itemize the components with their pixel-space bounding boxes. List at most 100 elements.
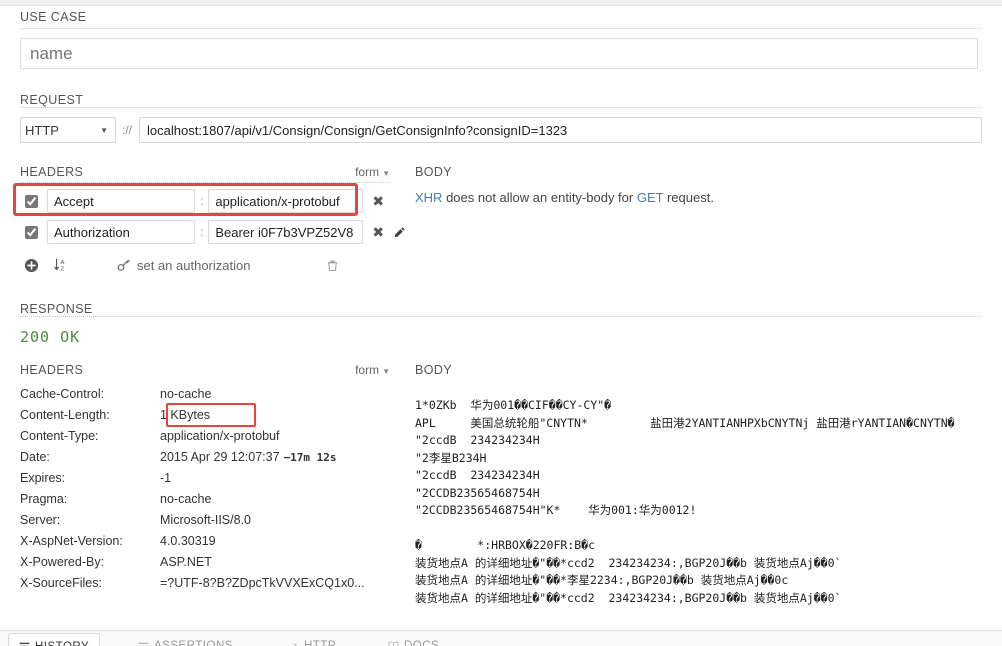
response-header-row: Pragma:no-cache bbox=[20, 489, 390, 510]
response-header-key: Server: bbox=[20, 510, 160, 531]
response-header-key: X-Powered-By: bbox=[20, 552, 160, 573]
response-body-line: 装货地点A 的详细地址�"��*ccd2 234234234:,BGP20J��… bbox=[415, 555, 1002, 573]
response-header-key: Content-Type: bbox=[20, 426, 160, 447]
response-headers-label: HEADERS bbox=[20, 363, 83, 377]
header-row-accept: : ✖ bbox=[20, 188, 390, 214]
request-headers-header: HEADERS form▼ bbox=[20, 165, 390, 179]
chevron-down-icon: ▼ bbox=[382, 367, 390, 376]
request-url-row: HTTP ▼ :// bbox=[20, 117, 982, 143]
arrow-icon bbox=[288, 641, 299, 646]
set-authorization-link[interactable]: set an authorization bbox=[137, 258, 250, 273]
tab-label: HISTORY bbox=[35, 641, 89, 646]
protocol-select[interactable]: HTTP bbox=[20, 117, 116, 143]
request-url-input[interactable] bbox=[139, 117, 982, 143]
header-value-input[interactable] bbox=[208, 220, 363, 244]
response-body-label: BODY bbox=[415, 363, 1002, 377]
request-divider bbox=[20, 107, 982, 108]
response-body-line: APL 美国总统轮船"CNYTN* 盐田港2YANTIANHPXbCNYTNj … bbox=[415, 415, 1002, 433]
body-note-middle: does not allow an entity-body for bbox=[442, 190, 636, 205]
response-form-label: form bbox=[355, 363, 379, 377]
use-case-divider bbox=[20, 28, 982, 29]
request-headers-label: HEADERS bbox=[20, 165, 83, 179]
tab-history[interactable]: HISTORY bbox=[8, 633, 100, 646]
remove-header-icon[interactable]: ✖ bbox=[372, 194, 384, 208]
header-row-authorization: : ✖ bbox=[20, 219, 390, 245]
book-icon bbox=[388, 641, 399, 646]
response-headers-form-dropdown[interactable]: form▼ bbox=[355, 363, 390, 377]
response-body-line: � *:HRBOX�220FR:B�c bbox=[415, 537, 1002, 555]
response-header-row: Server:Microsoft-IIS/8.0 bbox=[20, 510, 390, 531]
sort-headers-icon[interactable]: A Z bbox=[53, 257, 69, 273]
response-header-row: X-Powered-By:ASP.NET bbox=[20, 552, 390, 573]
request-label: REQUEST bbox=[20, 93, 982, 107]
response-header-key: Pragma: bbox=[20, 489, 160, 510]
response-body-line: "2ccdB 234234234H bbox=[415, 432, 1002, 450]
header-value-input[interactable] bbox=[208, 189, 363, 213]
response-header-key: X-SourceFiles: bbox=[20, 573, 160, 594]
xhr-link[interactable]: XHR bbox=[415, 190, 442, 205]
response-body-content[interactable]: 1*0ZKb 华为001��CIF��CY-CY"�APL 美国总统轮船"CNY… bbox=[415, 397, 1002, 607]
response-body-line: 装货地点A 的详细地址�"��*ccd2 234234234:,BGP20J��… bbox=[415, 590, 1002, 608]
response-header-row: Expires:-1 bbox=[20, 468, 390, 489]
response-time-delta: −17m 12s bbox=[284, 447, 337, 468]
key-icon[interactable] bbox=[117, 258, 131, 272]
response-header-value: no-cache bbox=[160, 489, 211, 510]
response-body-line: "2CCDB23565468754H"K* 华为001:华为0012! bbox=[415, 502, 1002, 520]
remove-header-icon[interactable]: ✖ bbox=[372, 225, 384, 239]
request-body-label: BODY bbox=[415, 165, 815, 179]
spacer bbox=[20, 377, 390, 384]
use-case-name-input[interactable] bbox=[20, 38, 978, 69]
response-headers-panel: HEADERS form▼ Cache-Control:no-cacheCont… bbox=[20, 363, 390, 594]
response-section: RESPONSE 200 OK bbox=[20, 302, 982, 346]
tab-label: ASSERTIONS bbox=[154, 640, 233, 646]
response-header-key: Cache-Control: bbox=[20, 384, 160, 405]
tab-assertions[interactable]: ASSERTIONS bbox=[128, 633, 243, 646]
edit-header-icon[interactable] bbox=[393, 226, 406, 239]
tab-label: HTTP bbox=[304, 640, 336, 646]
tab-docs[interactable]: DOCS bbox=[378, 633, 449, 646]
request-headers-form-dropdown[interactable]: form▼ bbox=[355, 165, 390, 179]
request-body-note: XHR does not allow an entity-body for GE… bbox=[415, 190, 815, 205]
tab-http[interactable]: HTTP bbox=[278, 633, 346, 646]
response-header-value: application/x-protobuf bbox=[160, 426, 280, 447]
response-header-key: Content-Length: bbox=[20, 405, 160, 426]
request-form-label: form bbox=[355, 165, 379, 179]
response-body-line: "2李星B234H bbox=[415, 450, 1002, 468]
response-header-row: Content-Type:application/x-protobuf bbox=[20, 426, 390, 447]
header-enabled-checkbox[interactable] bbox=[25, 226, 38, 239]
header-colon: : bbox=[200, 225, 203, 239]
request-headers-divider bbox=[20, 182, 390, 183]
bottom-tab-bar: HISTORY ASSERTIONS HTTP DOCS bbox=[0, 630, 1002, 646]
response-body-line: "2ccdB 234234234H bbox=[415, 467, 1002, 485]
list-icon bbox=[138, 641, 149, 646]
response-header-row: Cache-Control:no-cache bbox=[20, 384, 390, 405]
response-header-row: Date:2015 Apr 29 12:07:37−17m 12s bbox=[20, 447, 390, 468]
add-header-icon[interactable] bbox=[24, 258, 39, 273]
chevron-down-icon: ▼ bbox=[382, 169, 390, 178]
request-body-panel: BODY XHR does not allow an entity-body f… bbox=[415, 165, 815, 205]
response-body-line: 装货地点A 的详细地址�"��*李星2234:,BGP20J��b 装货地点Aj… bbox=[415, 572, 1002, 590]
response-header-row: Content-Length:1 KBytes bbox=[20, 405, 390, 426]
response-header-value: -1 bbox=[160, 468, 171, 489]
use-case-section: USE CASE bbox=[20, 10, 982, 69]
trash-icon[interactable] bbox=[326, 259, 339, 272]
response-header-value: no-cache bbox=[160, 384, 211, 405]
response-header-value: 2015 Apr 29 12:07:37 bbox=[160, 447, 280, 468]
url-separator: :// bbox=[122, 123, 132, 137]
header-name-input[interactable] bbox=[47, 220, 195, 244]
response-header-value: =?UTF-8?B?ZDpcTkVVXExCQ1x0... bbox=[160, 573, 365, 594]
response-header-key: X-AspNet-Version: bbox=[20, 531, 160, 552]
header-colon: : bbox=[200, 194, 203, 208]
header-name-input[interactable] bbox=[47, 189, 195, 213]
body-note-suffix: request. bbox=[663, 190, 714, 205]
use-case-label: USE CASE bbox=[20, 10, 982, 24]
get-link[interactable]: GET bbox=[637, 190, 664, 205]
response-header-value: ASP.NET bbox=[160, 552, 212, 573]
window-top-strip bbox=[0, 0, 1002, 6]
response-header-value: 4.0.30319 bbox=[160, 531, 216, 552]
response-body-line: 1*0ZKb 华为001��CIF��CY-CY"� bbox=[415, 397, 1002, 415]
response-label: RESPONSE bbox=[20, 302, 982, 316]
header-enabled-checkbox[interactable] bbox=[25, 195, 38, 208]
response-body-panel: BODY 1*0ZKb 华为001��CIF��CY-CY"�APL 美国总统轮… bbox=[415, 363, 1002, 631]
response-headers-list: Cache-Control:no-cacheContent-Length:1 K… bbox=[20, 384, 390, 594]
